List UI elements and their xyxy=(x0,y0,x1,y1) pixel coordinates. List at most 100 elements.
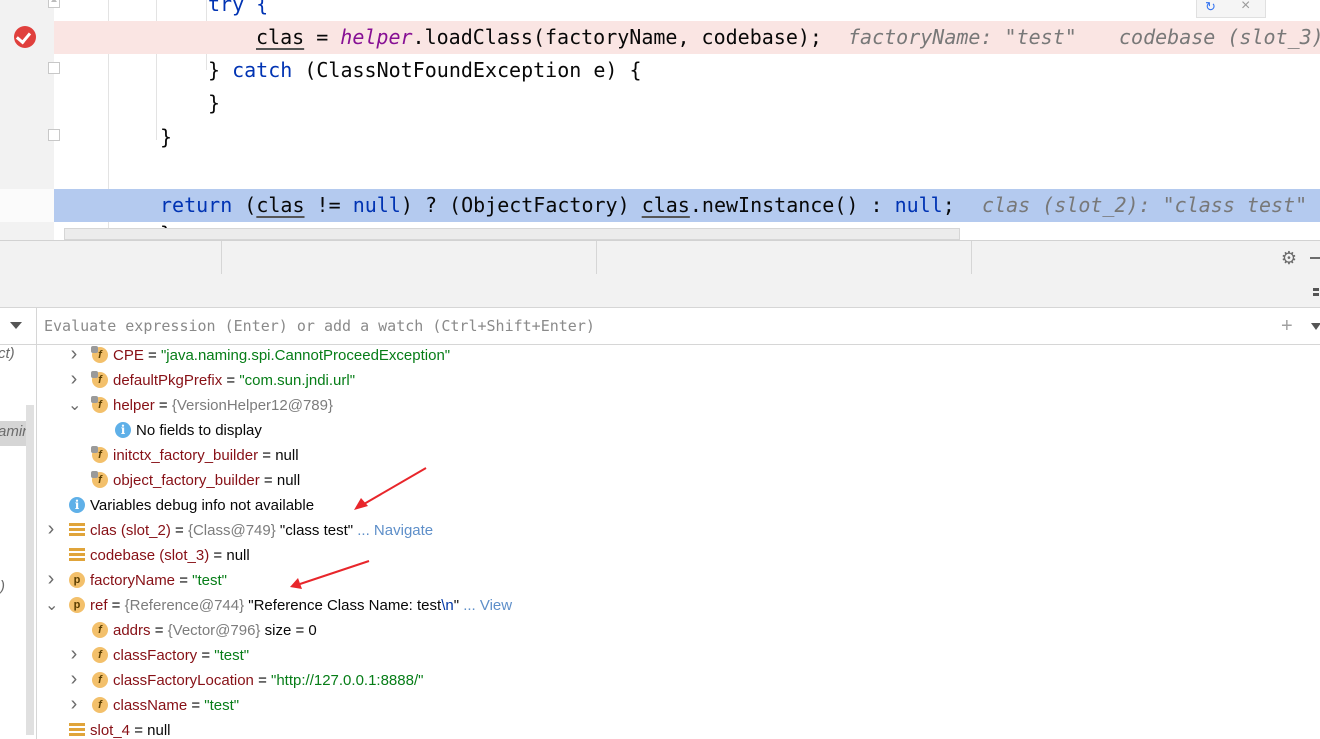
inline-value-hint: clas (slot_2): "class test" xyxy=(982,193,1308,217)
breakpoint-icon[interactable] xyxy=(14,26,36,48)
code-text: clas = helper.loadClass(factoryName, cod… xyxy=(256,21,822,54)
code-line-breakpoint[interactable]: clas = helper.loadClass(factoryName, cod… xyxy=(54,21,1320,54)
code-operator: = xyxy=(304,25,341,49)
variable-row[interactable]: f object_factory_builder = null xyxy=(37,468,1320,493)
chevron-right-icon[interactable] xyxy=(45,568,57,593)
chevron-right-icon[interactable] xyxy=(68,693,80,718)
variable-row[interactable]: slot_4 = null xyxy=(37,718,1320,739)
chevron-down-icon[interactable] xyxy=(68,393,80,418)
variables-tree[interactable]: f CPE = "java.naming.spi.CannotProceedExc… xyxy=(37,345,1320,739)
code-part: ( xyxy=(232,193,257,217)
variable-row[interactable]: codebase (slot_3) = null xyxy=(37,543,1320,568)
variable-row[interactable]: f defaultPkgPrefix = "com.sun.jndi.url" xyxy=(37,368,1320,393)
frame-item[interactable]: ) xyxy=(0,578,5,595)
chevron-down-icon[interactable] xyxy=(1311,323,1320,330)
reader-mode-popup[interactable]: ↻ × xyxy=(1196,0,1266,18)
frame-item[interactable]: ct) xyxy=(0,345,15,362)
static-field-icon: f xyxy=(91,446,108,463)
gear-icon[interactable]: ⚙ xyxy=(1279,248,1299,268)
frame-item-selected[interactable]: amin xyxy=(0,421,31,446)
variable-row[interactable]: f initctx_factory_builder = null xyxy=(37,443,1320,468)
code-brace: } xyxy=(208,58,233,82)
variable-row[interactable]: i Variables debug info not available xyxy=(37,493,1320,518)
evaluate-expression-input[interactable] xyxy=(44,314,1264,338)
code-line-execution-point[interactable]: return (clas != null) ? (ObjectFactory) … xyxy=(54,189,1320,222)
equals-sign: = xyxy=(175,572,193,589)
code-line-close[interactable]: } xyxy=(54,121,1320,154)
variable-text: className = "test" xyxy=(113,693,239,718)
variable-row[interactable]: f classFactoryLocation = "http://127.0.0.… xyxy=(37,668,1320,693)
chevron-right-icon[interactable] xyxy=(68,668,80,693)
parameter-icon: p xyxy=(69,597,85,613)
variable-name: classFactory xyxy=(113,647,198,664)
variable-row[interactable]: f addrs = {Vector@796} size = 0 xyxy=(37,618,1320,643)
code-text: } xyxy=(160,125,173,149)
code-rest: (ClassNotFoundException e) { xyxy=(292,58,642,82)
vertical-scrollbar[interactable] xyxy=(26,405,34,735)
variable-value: null xyxy=(226,547,250,564)
close-icon[interactable]: × xyxy=(1241,0,1250,14)
variable-name: clas (slot_2) xyxy=(90,522,171,539)
equals-sign: = xyxy=(197,647,215,664)
variable-name: className xyxy=(113,697,188,714)
evaluate-expression-bar: + xyxy=(0,308,1320,345)
variable-value: "test" xyxy=(214,647,250,664)
chevron-right-icon[interactable] xyxy=(68,368,80,393)
variable-value: "test" xyxy=(192,572,227,589)
chevron-right-icon[interactable] xyxy=(68,345,80,368)
variable-text: object_factory_builder = null xyxy=(113,468,300,493)
chevron-down-icon[interactable] xyxy=(10,322,22,329)
equals-sign: = xyxy=(130,722,148,739)
frames-panel[interactable]: ct) amin ) xyxy=(0,345,36,739)
field-icon: f xyxy=(92,647,108,663)
execution-gutter xyxy=(0,189,54,222)
minimize-icon[interactable] xyxy=(1310,257,1320,259)
variable-text: Variables debug info not available xyxy=(90,493,314,518)
variable-name: CPE xyxy=(113,347,144,364)
keyword-catch: catch xyxy=(232,58,293,82)
navigate-link[interactable]: ... View xyxy=(459,597,512,614)
chevron-down-icon[interactable] xyxy=(45,593,57,618)
add-watch-icon[interactable]: + xyxy=(1281,316,1293,336)
code-text: } catch (ClassNotFoundException e) { xyxy=(208,54,642,87)
code-line-close[interactable]: } xyxy=(54,87,1320,120)
variable-text: clas (slot_2) = {Class@749} "class test"… xyxy=(90,518,433,543)
horizontal-scrollbar[interactable] xyxy=(64,228,960,240)
variable-value: "com.sun.jndi.url" xyxy=(239,372,356,389)
variable-row[interactable]: fhelper = {VersionHelper12@789} xyxy=(37,393,1320,418)
static-field-icon: f xyxy=(91,371,108,388)
variable-row[interactable]: p factoryName = "test" xyxy=(37,568,1320,593)
static-field-icon: f xyxy=(91,471,108,488)
variable-name: defaultPkgPrefix xyxy=(113,372,223,389)
variable-row[interactable]: clas (slot_2) = {Class@749} "class test"… xyxy=(37,518,1320,543)
variable-name: addrs xyxy=(113,622,151,639)
variable-value: {Class@749} xyxy=(187,522,276,539)
reader-mode-icon[interactable]: ↻ xyxy=(1205,0,1221,14)
info-icon: i xyxy=(69,497,85,513)
code-line-catch[interactable]: } catch (ClassNotFoundException e) { xyxy=(54,54,1320,87)
variable-icon xyxy=(69,523,85,539)
chevron-right-icon[interactable] xyxy=(45,518,57,543)
chevron-right-icon[interactable] xyxy=(68,643,80,668)
variable-name: classFactoryLocation xyxy=(113,672,254,689)
variable-row[interactable]: f className = "test" xyxy=(37,693,1320,718)
variable-name: ref xyxy=(90,597,108,614)
variable-icon xyxy=(69,548,85,564)
variable-value: {Vector@796} xyxy=(167,622,261,639)
variable-row[interactable]: f classFactory = "test" xyxy=(37,643,1320,668)
variable-name: slot_4 xyxy=(90,722,131,739)
parameter-icon: p xyxy=(69,572,85,588)
variable-row[interactable]: i No fields to display xyxy=(37,418,1320,443)
variable-text: addrs = {Vector@796} size = 0 xyxy=(113,618,317,643)
code-editor[interactable]: try { clas = helper.loadClass(factoryNam… xyxy=(0,0,1320,240)
equals-sign: = xyxy=(187,697,205,714)
variable-value: "http://127.0.0.1:8888/" xyxy=(271,672,424,689)
layout-icon[interactable] xyxy=(1313,288,1320,298)
keyword-null: null xyxy=(352,193,401,217)
variable-row[interactable]: pref = {Reference@744} "Reference Class … xyxy=(37,593,1320,618)
variable-row[interactable]: f CPE = "java.naming.spi.CannotProceedExc… xyxy=(37,345,1320,368)
code-line-try[interactable]: try { xyxy=(54,0,1320,21)
variable-text: defaultPkgPrefix = "com.sun.jndi.url" xyxy=(113,368,355,393)
navigate-link[interactable]: ... Navigate xyxy=(353,522,433,539)
variable-text: No fields to display xyxy=(136,418,262,443)
